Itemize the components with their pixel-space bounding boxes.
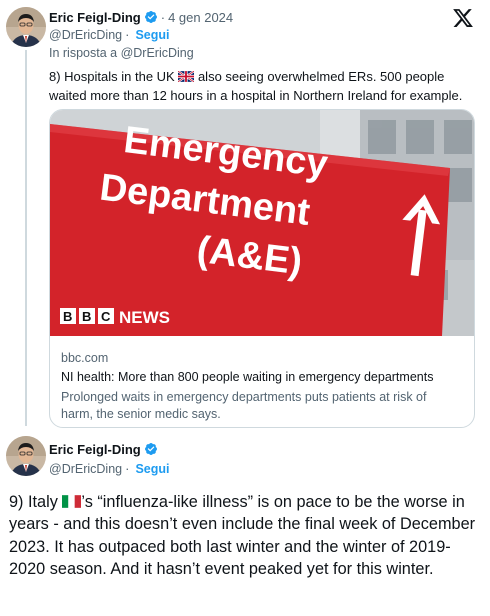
author-handle[interactable]: @DrEricDing <box>49 462 122 476</box>
link-preview-card[interactable]: Emergency Department (A&E) B B C NEWS bb… <box>49 109 475 428</box>
reply-to-label[interactable]: In risposta a @DrEricDing <box>49 46 194 60</box>
card-description: Prolonged waits in emergency departments… <box>61 390 427 421</box>
x-logo-icon[interactable] <box>452 7 474 29</box>
svg-text:B: B <box>63 309 72 324</box>
separator-dot: · <box>160 9 166 25</box>
avatar-photo <box>6 436 46 476</box>
author-avatar[interactable] <box>6 436 46 476</box>
follow-button[interactable]: Segui <box>135 28 169 42</box>
tweet1-handle-row: @DrEricDing · Segui <box>49 27 170 42</box>
article-image: Emergency Department (A&E) B B C NEWS <box>50 110 474 336</box>
verified-badge-icon <box>144 443 157 455</box>
tweet-date[interactable]: 4 gen 2024 <box>168 10 233 25</box>
tweet2-text: 9) Italy ’s “influenza-like illness” is … <box>9 491 479 581</box>
tweet2-handle-row: @DrEricDing · Segui <box>49 461 170 476</box>
svg-text:B: B <box>82 309 91 324</box>
avatar-photo <box>6 7 46 47</box>
follow-button[interactable]: Segui <box>135 462 169 476</box>
uk-flag-icon <box>178 71 195 82</box>
author-name[interactable]: Eric Feigl-Ding <box>49 442 141 457</box>
thread-connector-line <box>25 50 27 426</box>
author-avatar[interactable] <box>6 7 46 47</box>
tweet2-header: Eric Feigl-Ding <box>49 440 158 458</box>
italy-flag-icon <box>62 495 82 508</box>
card-title: NI health: More than 800 people waiting … <box>61 370 434 384</box>
separator-dot: · <box>125 27 130 42</box>
svg-text:NEWS: NEWS <box>119 308 170 327</box>
verified-badge-icon <box>144 11 157 23</box>
tweet-text-part: 9) Italy <box>9 493 63 511</box>
svg-text:C: C <box>101 309 111 324</box>
tweet1-text: 8) Hospitals in the UK also seeing overw… <box>49 67 469 105</box>
tweet-text-part: 8) Hospitals in the UK <box>49 69 179 84</box>
separator-dot: · <box>125 461 130 476</box>
author-handle[interactable]: @DrEricDing <box>49 28 122 42</box>
tweet1-header: Eric Feigl-Ding · 4 gen 2024 <box>49 8 233 26</box>
author-name[interactable]: Eric Feigl-Ding <box>49 10 141 25</box>
card-domain: bbc.com <box>61 351 109 365</box>
